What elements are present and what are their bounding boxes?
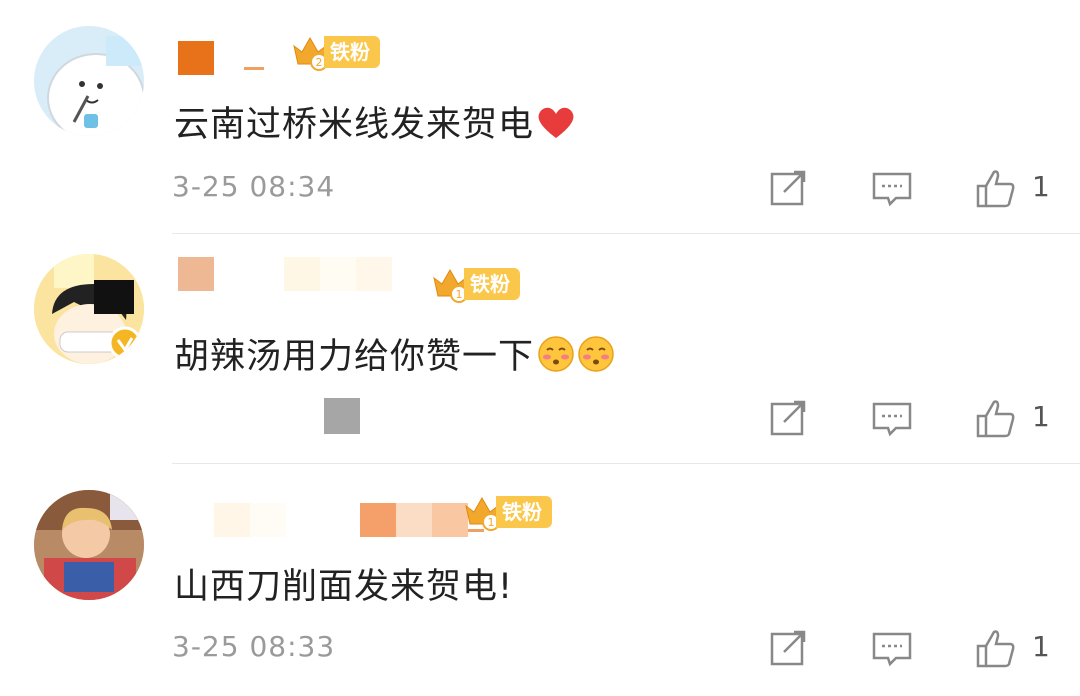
username[interactable]: [178, 254, 392, 294]
svg-text:1: 1: [488, 516, 495, 529]
comment-icon[interactable]: [868, 624, 916, 672]
like-count: 1: [1032, 630, 1050, 663]
avatar-illustration: [34, 26, 144, 136]
badge-label: 铁粉: [464, 268, 520, 300]
comment-text: 胡辣汤用力给你赞一下: [174, 328, 616, 379]
timestamp: 3-25 08:33: [172, 630, 336, 663]
comment-text: 山西刀削面发来贺电!: [174, 567, 514, 607]
svg-text:1: 1: [456, 288, 463, 301]
fan-badge[interactable]: 1 铁粉: [462, 492, 552, 532]
verified-icon: [108, 326, 142, 360]
avatar[interactable]: [34, 26, 144, 136]
edit-icon[interactable]: [764, 624, 812, 672]
blush-face-icon: [578, 335, 614, 372]
blush-face-icon: [538, 335, 574, 372]
comment-item: 1 铁粉 山西刀削面发来贺电! 3-25 08:33 1: [0, 464, 1080, 694]
action-bar: 1: [760, 624, 1080, 674]
username[interactable]: [178, 500, 484, 540]
avatar[interactable]: [34, 490, 144, 600]
avatar-illustration: [34, 490, 144, 600]
svg-text:2: 2: [316, 56, 323, 69]
edit-icon[interactable]: [764, 164, 812, 212]
heart-icon: [538, 107, 574, 138]
comment-item: 2 铁粉 云南过桥米线发来贺电 3-25 08:34 1: [0, 0, 1080, 230]
badge-label: 铁粉: [324, 36, 380, 68]
like-count: 1: [1032, 170, 1050, 203]
redacted-timestamp: [324, 398, 360, 434]
comment-item: 1 铁粉 胡辣汤用力给你赞一下 1: [0, 234, 1080, 464]
action-bar: 1: [760, 394, 1080, 444]
like-count: 1: [1032, 400, 1050, 433]
thumbs-up-icon[interactable]: [972, 624, 1020, 672]
timestamp: 3-25 08:34: [172, 170, 336, 203]
edit-icon[interactable]: [764, 394, 812, 442]
thumbs-up-icon[interactable]: [972, 394, 1020, 442]
comment-icon[interactable]: [868, 394, 916, 442]
comment-text: 云南过桥米线发来贺电: [174, 96, 576, 147]
comment-icon[interactable]: [868, 164, 916, 212]
badge-label: 铁粉: [496, 496, 552, 528]
fan-badge[interactable]: 1 铁粉: [430, 264, 520, 304]
fan-badge[interactable]: 2 铁粉: [290, 32, 380, 72]
action-bar: 1: [760, 164, 1080, 214]
avatar[interactable]: [34, 254, 144, 364]
username[interactable]: [178, 38, 264, 78]
thumbs-up-icon[interactable]: [972, 164, 1020, 212]
